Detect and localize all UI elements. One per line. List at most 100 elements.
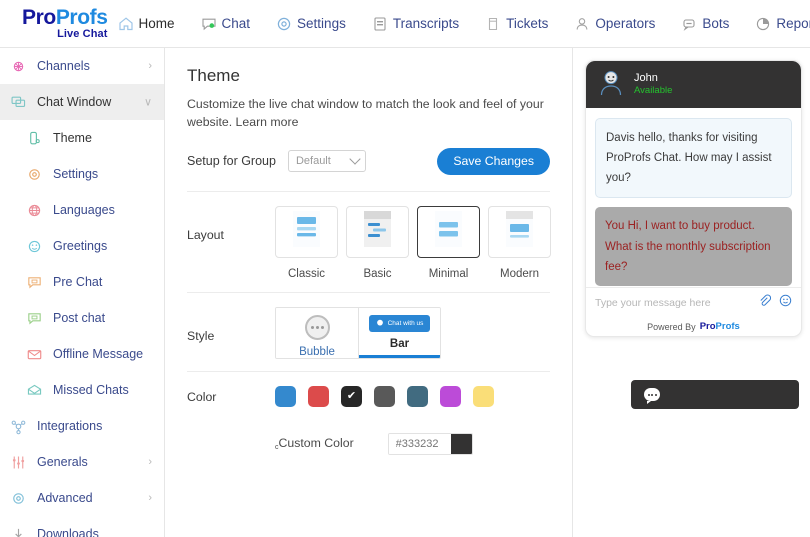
sidebar-item-languages[interactable]: Languages	[0, 192, 164, 228]
sidebar-label-offline-message: Offline Message	[53, 347, 144, 361]
nav-item-operators[interactable]: Operators	[574, 16, 655, 32]
layout-card-basic[interactable]	[346, 205, 409, 258]
layout-option-basic[interactable]: Basic	[346, 205, 409, 280]
main-content: Theme Customize the live chat window to …	[165, 48, 573, 537]
page-description: Customize the live chat window to match …	[187, 96, 550, 132]
sidebar-label-pre-chat: Pre Chat	[53, 275, 103, 289]
sidebar-label-integrations: Integrations	[37, 419, 103, 433]
custom-color-field	[387, 432, 473, 455]
envelope-icon	[26, 346, 43, 363]
sidebar-label-channels: Channels	[37, 59, 90, 73]
layout-option-modern[interactable]: Modern	[488, 205, 551, 280]
layout-option-minimal[interactable]: Minimal	[417, 205, 480, 280]
style-option-bar[interactable]: Chat with us Bar	[358, 307, 440, 358]
setup-group-row: Setup for Group Default Save Changes	[187, 147, 550, 175]
sidebar-item-integrations[interactable]: Integrations	[0, 408, 164, 444]
powered-by-text: Powered By	[647, 321, 696, 332]
visitor-message: You Hi, I want to buy product. What is t…	[595, 207, 792, 286]
chat-widget-body: Davis hello, thanks for visiting ProProf…	[586, 108, 801, 287]
modern-thumbnail-icon	[506, 211, 533, 252]
layout-card-classic[interactable]	[275, 205, 338, 258]
sidebar-item-greetings[interactable]: Greetings	[0, 228, 164, 264]
nav-label-operators: Operators	[595, 16, 656, 31]
emoji-icon[interactable]	[779, 294, 792, 312]
nav-item-transcripts[interactable]: Transcripts	[372, 16, 459, 32]
layout-card-modern[interactable]	[488, 205, 551, 258]
sidebar-item-theme[interactable]: Theme	[0, 120, 164, 156]
nav-label-transcripts: Transcripts	[392, 16, 460, 31]
logo[interactable]: ProProfs Live Chat	[0, 7, 108, 40]
style-option-bubble[interactable]: Bubble	[276, 307, 358, 358]
layout-card-minimal[interactable]	[417, 205, 480, 258]
sliders-icon	[10, 454, 27, 471]
footer-logo-pro: Pro	[699, 321, 716, 332]
style-section: Style Bubble Chat with us Bar	[187, 293, 550, 372]
sidebar-item-missed-chats[interactable]: Missed Chats	[0, 372, 164, 408]
sidebar-item-generals[interactable]: Generals ›	[0, 444, 164, 480]
custom-color-row: cCustom Color	[275, 432, 494, 455]
color-swatch-purple[interactable]	[440, 385, 461, 407]
attachment-icon[interactable]	[758, 293, 772, 312]
color-swatch-red[interactable]	[308, 385, 329, 407]
sidebar-item-chat-window[interactable]: Chat Window ∨	[0, 84, 164, 120]
style-name-bar: Bar	[389, 337, 410, 350]
gear-icon	[10, 490, 27, 507]
nav-label-reports: Reports	[776, 16, 810, 31]
sidebar-label-settings: Settings	[53, 167, 99, 181]
chat-widget-header: John Available	[586, 61, 801, 108]
color-swatch-black[interactable]: ✔	[341, 385, 362, 407]
sidebar-item-channels[interactable]: Channels ›	[0, 48, 164, 84]
home-icon	[118, 16, 134, 32]
top-nav: Home Chat Settings Transcripts Tickets O…	[118, 16, 810, 32]
chat-preview-panel: John Available Davis hello, thanks for v…	[573, 48, 810, 537]
sidebar-item-post-chat[interactable]: Post chat	[0, 300, 164, 336]
learn-more-link[interactable]: Learn more	[236, 115, 299, 129]
custom-color-chip[interactable]	[450, 433, 472, 454]
sidebar-item-advanced[interactable]: Advanced ›	[0, 480, 164, 516]
color-swatch-yellow[interactable]	[473, 385, 494, 407]
classic-thumbnail-icon	[293, 211, 320, 252]
sidebar-label-languages: Languages	[53, 203, 115, 217]
chat-widget-input-row[interactable]: Type your message here	[586, 287, 801, 317]
globe-icon	[26, 202, 43, 219]
document-icon	[372, 16, 388, 32]
message-input-placeholder[interactable]: Type your message here	[595, 297, 758, 309]
nav-item-settings[interactable]: Settings	[276, 16, 346, 32]
sidebar-label-chat-window: Chat Window	[37, 95, 112, 109]
chat-bar-launcher[interactable]	[631, 380, 799, 409]
setup-group-value: Default	[295, 155, 331, 168]
visitor-message-line-1: You Hi, I want to buy product.	[605, 220, 755, 233]
nav-item-bots[interactable]: Bots	[681, 16, 729, 32]
color-swatch-gray[interactable]	[374, 385, 395, 407]
style-label: Style	[187, 328, 215, 343]
ticket-icon	[485, 16, 501, 32]
operator-status: Available	[634, 85, 673, 97]
sidebar-label-greetings: Greetings	[53, 239, 108, 253]
smiley-icon	[26, 238, 43, 255]
nav-item-chat[interactable]: Chat	[201, 16, 250, 32]
top-bar: ProProfs Live Chat Home Chat Settings Tr…	[0, 0, 810, 48]
check-icon: ✔	[346, 389, 357, 402]
layout-section: Layout Classic Basic Minimal Modern	[187, 190, 551, 293]
nav-item-tickets[interactable]: Tickets	[485, 16, 548, 32]
color-swatch-blue[interactable]	[275, 385, 296, 407]
sidebar-label-downloads: Downloads	[37, 527, 99, 537]
color-swatch-teal[interactable]	[407, 385, 428, 407]
chevron-right-icon: ›	[148, 492, 152, 504]
operator-message: Davis hello, thanks for visiting ProProf…	[595, 118, 792, 199]
sidebar-item-offline-message[interactable]: Offline Message	[0, 336, 164, 372]
sidebar: Channels › Chat Window ∨ Theme Settings	[0, 48, 165, 537]
save-changes-button[interactable]: Save Changes	[437, 147, 550, 175]
chat-bubble-icon	[644, 388, 660, 404]
color-controls: ✔ cCustom Color	[275, 385, 494, 455]
sidebar-item-downloads[interactable]: Downloads	[0, 516, 164, 537]
operator-message-line-2: ProProfs Chat. How may I assist you?	[606, 152, 772, 185]
sidebar-item-pre-chat[interactable]: Pre Chat	[0, 264, 164, 300]
bubble-dots	[310, 325, 324, 329]
nav-item-reports[interactable]: Reports	[755, 16, 810, 32]
nav-item-home[interactable]: Home	[118, 16, 175, 32]
layout-option-classic[interactable]: Classic	[275, 205, 338, 280]
style-selected-underline	[359, 354, 440, 358]
sidebar-item-settings[interactable]: Settings	[0, 156, 164, 192]
custom-color-input[interactable]	[388, 433, 451, 454]
